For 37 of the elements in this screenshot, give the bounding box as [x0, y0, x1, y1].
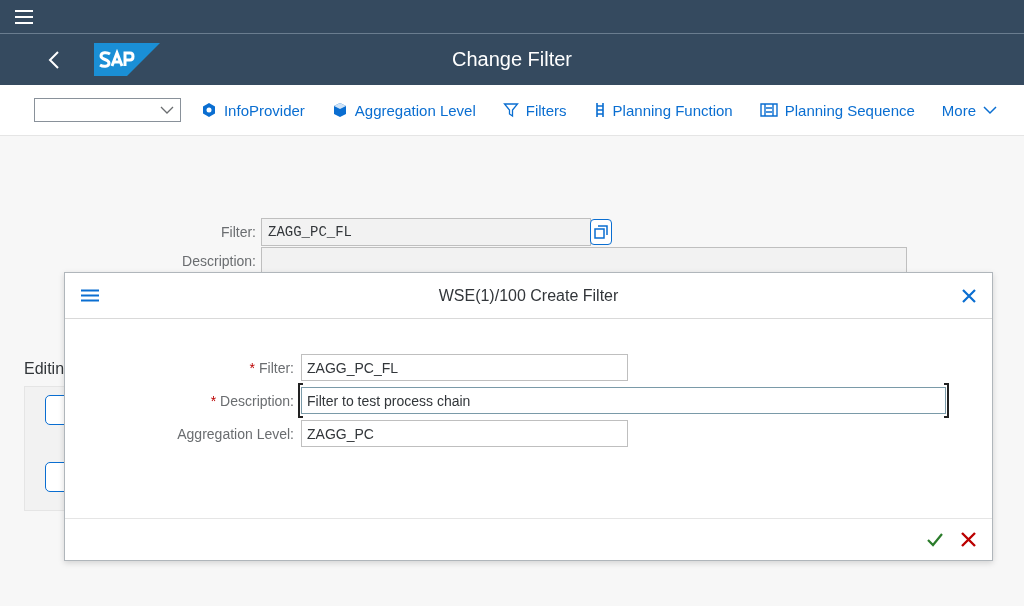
- input-field[interactable]: ZAGG_PC_FL: [301, 354, 628, 381]
- close-icon[interactable]: [960, 286, 978, 305]
- toolbar-button[interactable]: Filters: [502, 97, 567, 123]
- toolbar-button[interactable]: InfoProvider: [200, 97, 305, 123]
- field-label: Filter:: [259, 359, 294, 376]
- input-field[interactable]: [261, 247, 907, 275]
- toolbar-button[interactable]: Planning Function: [593, 97, 733, 123]
- focus-bracket: [944, 383, 949, 418]
- dialog-title: WSE(1)/100 Create Filter: [438, 287, 619, 305]
- menu-icon[interactable]: [12, 7, 36, 26]
- logo-icon: [94, 43, 160, 76]
- ladder-icon: [593, 102, 606, 118]
- chevron-down-icon: [159, 105, 174, 115]
- required-mark: *: [249, 359, 255, 376]
- cancel-icon[interactable]: [959, 530, 978, 549]
- menu-icon[interactable]: [79, 287, 101, 304]
- focus-bracket: [298, 383, 303, 418]
- dropdown-field[interactable]: [34, 98, 181, 122]
- field-label: Description:: [181, 253, 257, 269]
- toolbar-button[interactable]: Aggregation Level: [331, 97, 476, 123]
- filter-icon: [502, 102, 519, 118]
- field-label: Filter:: [220, 224, 257, 240]
- toolbar-button[interactable]: More: [941, 97, 997, 123]
- toolbar-button[interactable]: Planning Sequence: [759, 97, 915, 123]
- section-title: Editin: [24, 360, 65, 378]
- copy-icon[interactable]: [590, 219, 612, 245]
- required-mark: *: [210, 392, 217, 409]
- hexagon-gear-icon: [200, 102, 217, 118]
- page-title: Change Filter: [451, 48, 573, 71]
- input-field[interactable]: ZAGG_PC: [301, 420, 628, 447]
- input-field[interactable]: ZAGG_PC_FL: [261, 218, 591, 246]
- cube-icon: [331, 102, 348, 118]
- field-label: Aggregation Level:: [177, 425, 294, 442]
- field-label: Description:: [220, 392, 294, 409]
- input-field[interactable]: Filter to test process chain: [301, 387, 946, 414]
- list-frame-icon: [759, 102, 778, 118]
- chevron-down-icon: [983, 105, 997, 115]
